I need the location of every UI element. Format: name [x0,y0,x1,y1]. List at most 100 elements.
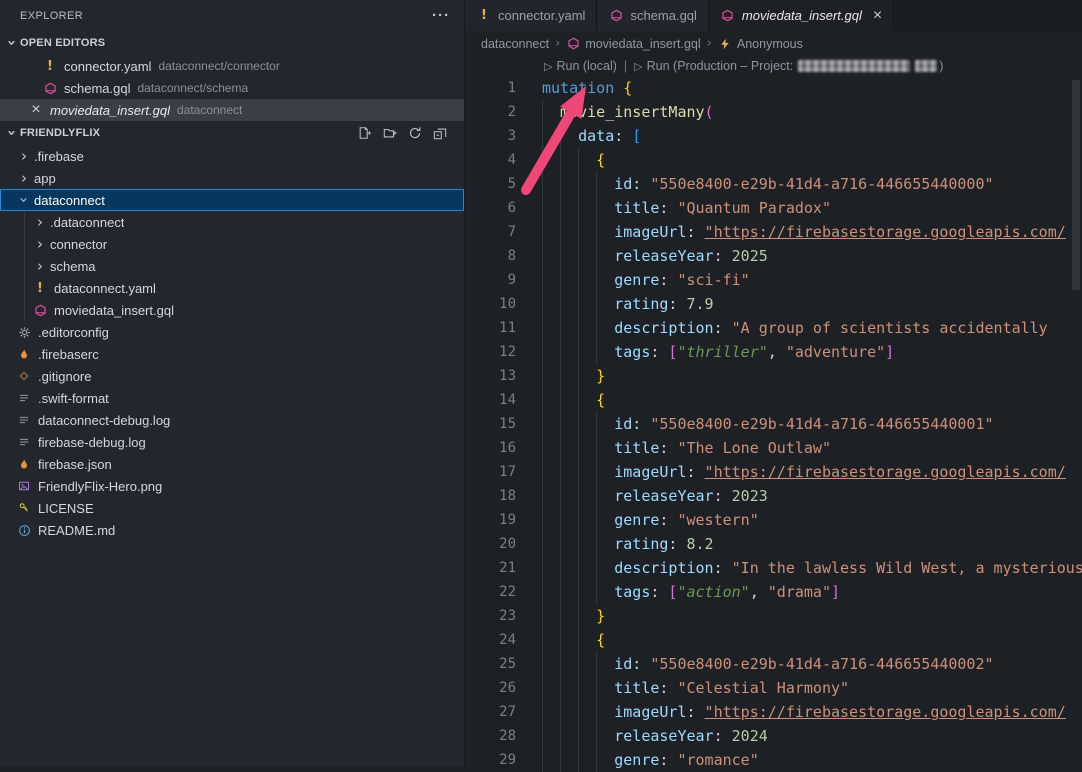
code-line[interactable]: 19genre: "western" [465,508,1082,532]
code-line[interactable]: 14{ [465,388,1082,412]
code-line[interactable]: 16title: "The Lone Outlaw" [465,436,1082,460]
code-line[interactable]: 3data: [ [465,124,1082,148]
tree-item-.dataconnect[interactable]: ›.dataconnect [0,211,464,233]
code-line[interactable]: 6title: "Quantum Paradox" [465,196,1082,220]
code-token: 2025 [732,247,768,265]
code-line[interactable]: 5id: "550e8400-e29b-41d4-a716-4466554400… [465,172,1082,196]
tree-item-dataconnect-debug.log[interactable]: dataconnect-debug.log [0,409,464,431]
line-number: 13 [465,364,516,388]
tree-item-LICENSE[interactable]: LICENSE [0,497,464,519]
editor-scrollbar[interactable] [1072,80,1080,290]
indent-guide [578,532,579,556]
code-line[interactable]: 18releaseYear: 2023 [465,484,1082,508]
open-editor-item[interactable]: schema.gqldataconnect/schema [0,77,464,99]
code-line[interactable]: 4{ [465,148,1082,172]
line-number: 21 [465,556,516,580]
chevron-down-icon[interactable]: › [16,192,32,208]
open-editor-item[interactable]: ×moviedata_insert.gqldataconnect [0,99,464,121]
code-token: : [659,511,677,529]
indent-guide [542,124,543,148]
chevron-right-icon[interactable]: › [32,214,48,230]
tree-item-dataconnect[interactable]: ›dataconnect [0,189,464,211]
workspace-header[interactable]: › FRIENDLYFLIX [0,121,464,145]
code-token: data [578,127,614,145]
code-line[interactable]: 13} [465,364,1082,388]
tree-item-dataconnect.yaml[interactable]: !dataconnect.yaml [0,277,464,299]
chevron-right-icon[interactable]: › [32,236,48,252]
indent-guide [542,388,543,412]
code-line[interactable]: 27imageUrl: "https://firebasestorage.goo… [465,700,1082,724]
tree-item-.firebase[interactable]: ›.firebase [0,145,464,167]
run-production-link[interactable]: Run (Production – Project: ) [634,56,943,77]
run-production-suffix: ) [939,56,943,76]
code-token: "In the lawless Wild West, a mysterious [732,559,1082,577]
open-editor-item[interactable]: !connector.yamldataconnect/connector [0,55,464,77]
code-line[interactable]: 22tags: ["action", "drama"] [465,580,1082,604]
code-line[interactable]: 2movie_insertMany( [465,100,1082,124]
breadcrumb-Anonymous[interactable]: Anonymous [718,36,803,52]
tree-item-.editorconfig[interactable]: .editorconfig [0,321,464,343]
tree-item-.swift-format[interactable]: .swift-format [0,387,464,409]
code-editor[interactable]: Run (local) | Run (Production – Project:… [465,56,1082,772]
code-line[interactable]: 20rating: 8.2 [465,532,1082,556]
code-line[interactable]: 9genre: "sci-fi" [465,268,1082,292]
open-editors-header[interactable]: › OPEN EDITORS [0,31,464,55]
code-line[interactable]: 12tags: ["thriller", "adventure"] [465,340,1082,364]
breadcrumb-moviedata_insert.gql[interactable]: moviedata_insert.gql [566,36,700,52]
code-line[interactable]: 17imageUrl: "https://firebasestorage.goo… [465,460,1082,484]
code-line[interactable]: 21description: "In the lawless Wild West… [465,556,1082,580]
code-token: : [659,199,677,217]
more-actions-icon[interactable]: ··· [432,7,450,24]
run-icon [634,56,646,77]
code-line[interactable]: 7imageUrl: "https://firebasestorage.goog… [465,220,1082,244]
line-content: rating: 7.9 [542,292,714,316]
code-line[interactable]: 23} [465,604,1082,628]
code-line[interactable]: 25id: "550e8400-e29b-41d4-a716-446655440… [465,652,1082,676]
tree-item-schema[interactable]: ›schema [0,255,464,277]
collapse-all-icon[interactable] [432,125,448,141]
tab-schema.gql[interactable]: schema.gql [597,0,708,31]
tree-item-FriendlyFlix-Hero.png[interactable]: FriendlyFlix-Hero.png [0,475,464,497]
tab-connector.yaml[interactable]: !connector.yaml [465,0,597,31]
indent-guide [596,172,597,196]
refresh-icon[interactable] [407,125,423,141]
tree-item-firebase-debug.log[interactable]: firebase-debug.log [0,431,464,453]
breadcrumb-dataconnect[interactable]: dataconnect [481,37,549,51]
code-line[interactable]: 8releaseYear: 2025 [465,244,1082,268]
indent-guide [560,508,561,532]
line-number: 9 [465,268,516,292]
tree-item-moviedata_insert.gql[interactable]: moviedata_insert.gql [0,299,464,321]
chevron-right-icon[interactable]: › [16,148,32,164]
tree-item-README.md[interactable]: README.md [0,519,464,541]
close-tab-icon[interactable]: × [873,8,882,24]
run-local-link[interactable]: Run (local) [544,56,617,77]
tree-item-.firebaserc[interactable]: .firebaserc [0,343,464,365]
tree-item-.gitignore[interactable]: .gitignore [0,365,464,387]
tree-item-app[interactable]: ›app [0,167,464,189]
code-line[interactable]: 10rating: 7.9 [465,292,1082,316]
code-token: "Quantum Paradox" [677,199,831,217]
new-folder-icon[interactable] [382,125,398,141]
code-lines: 1mutation {2movie_insertMany(3data: [4{5… [465,76,1082,772]
chevron-right-icon[interactable]: › [16,170,32,186]
close-editor-icon[interactable]: × [28,102,44,118]
code-token: { [623,79,632,97]
indent-guide [578,340,579,364]
tree-item-connector[interactable]: ›connector [0,233,464,255]
new-file-icon[interactable] [357,125,373,141]
tab-moviedata_insert.gql[interactable]: moviedata_insert.gql× [709,0,894,31]
code-line[interactable]: 11description: "A group of scientists ac… [465,316,1082,340]
code-line[interactable]: 28releaseYear: 2024 [465,724,1082,748]
code-line[interactable]: 26title: "Celestial Harmony" [465,676,1082,700]
code-token: title [614,199,659,217]
indent-guide [560,676,561,700]
code-line[interactable]: 29genre: "romance" [465,748,1082,772]
code-line[interactable]: 15id: "550e8400-e29b-41d4-a716-446655440… [465,412,1082,436]
code-token: "550e8400-e29b-41d4-a716-446655440002" [650,655,993,673]
code-line[interactable]: 1mutation { [465,76,1082,100]
indent-guide [578,220,579,244]
code-line[interactable]: 24{ [465,628,1082,652]
tree-item-firebase.json[interactable]: firebase.json [0,453,464,475]
indent-guide [596,532,597,556]
chevron-right-icon[interactable]: › [32,258,48,274]
